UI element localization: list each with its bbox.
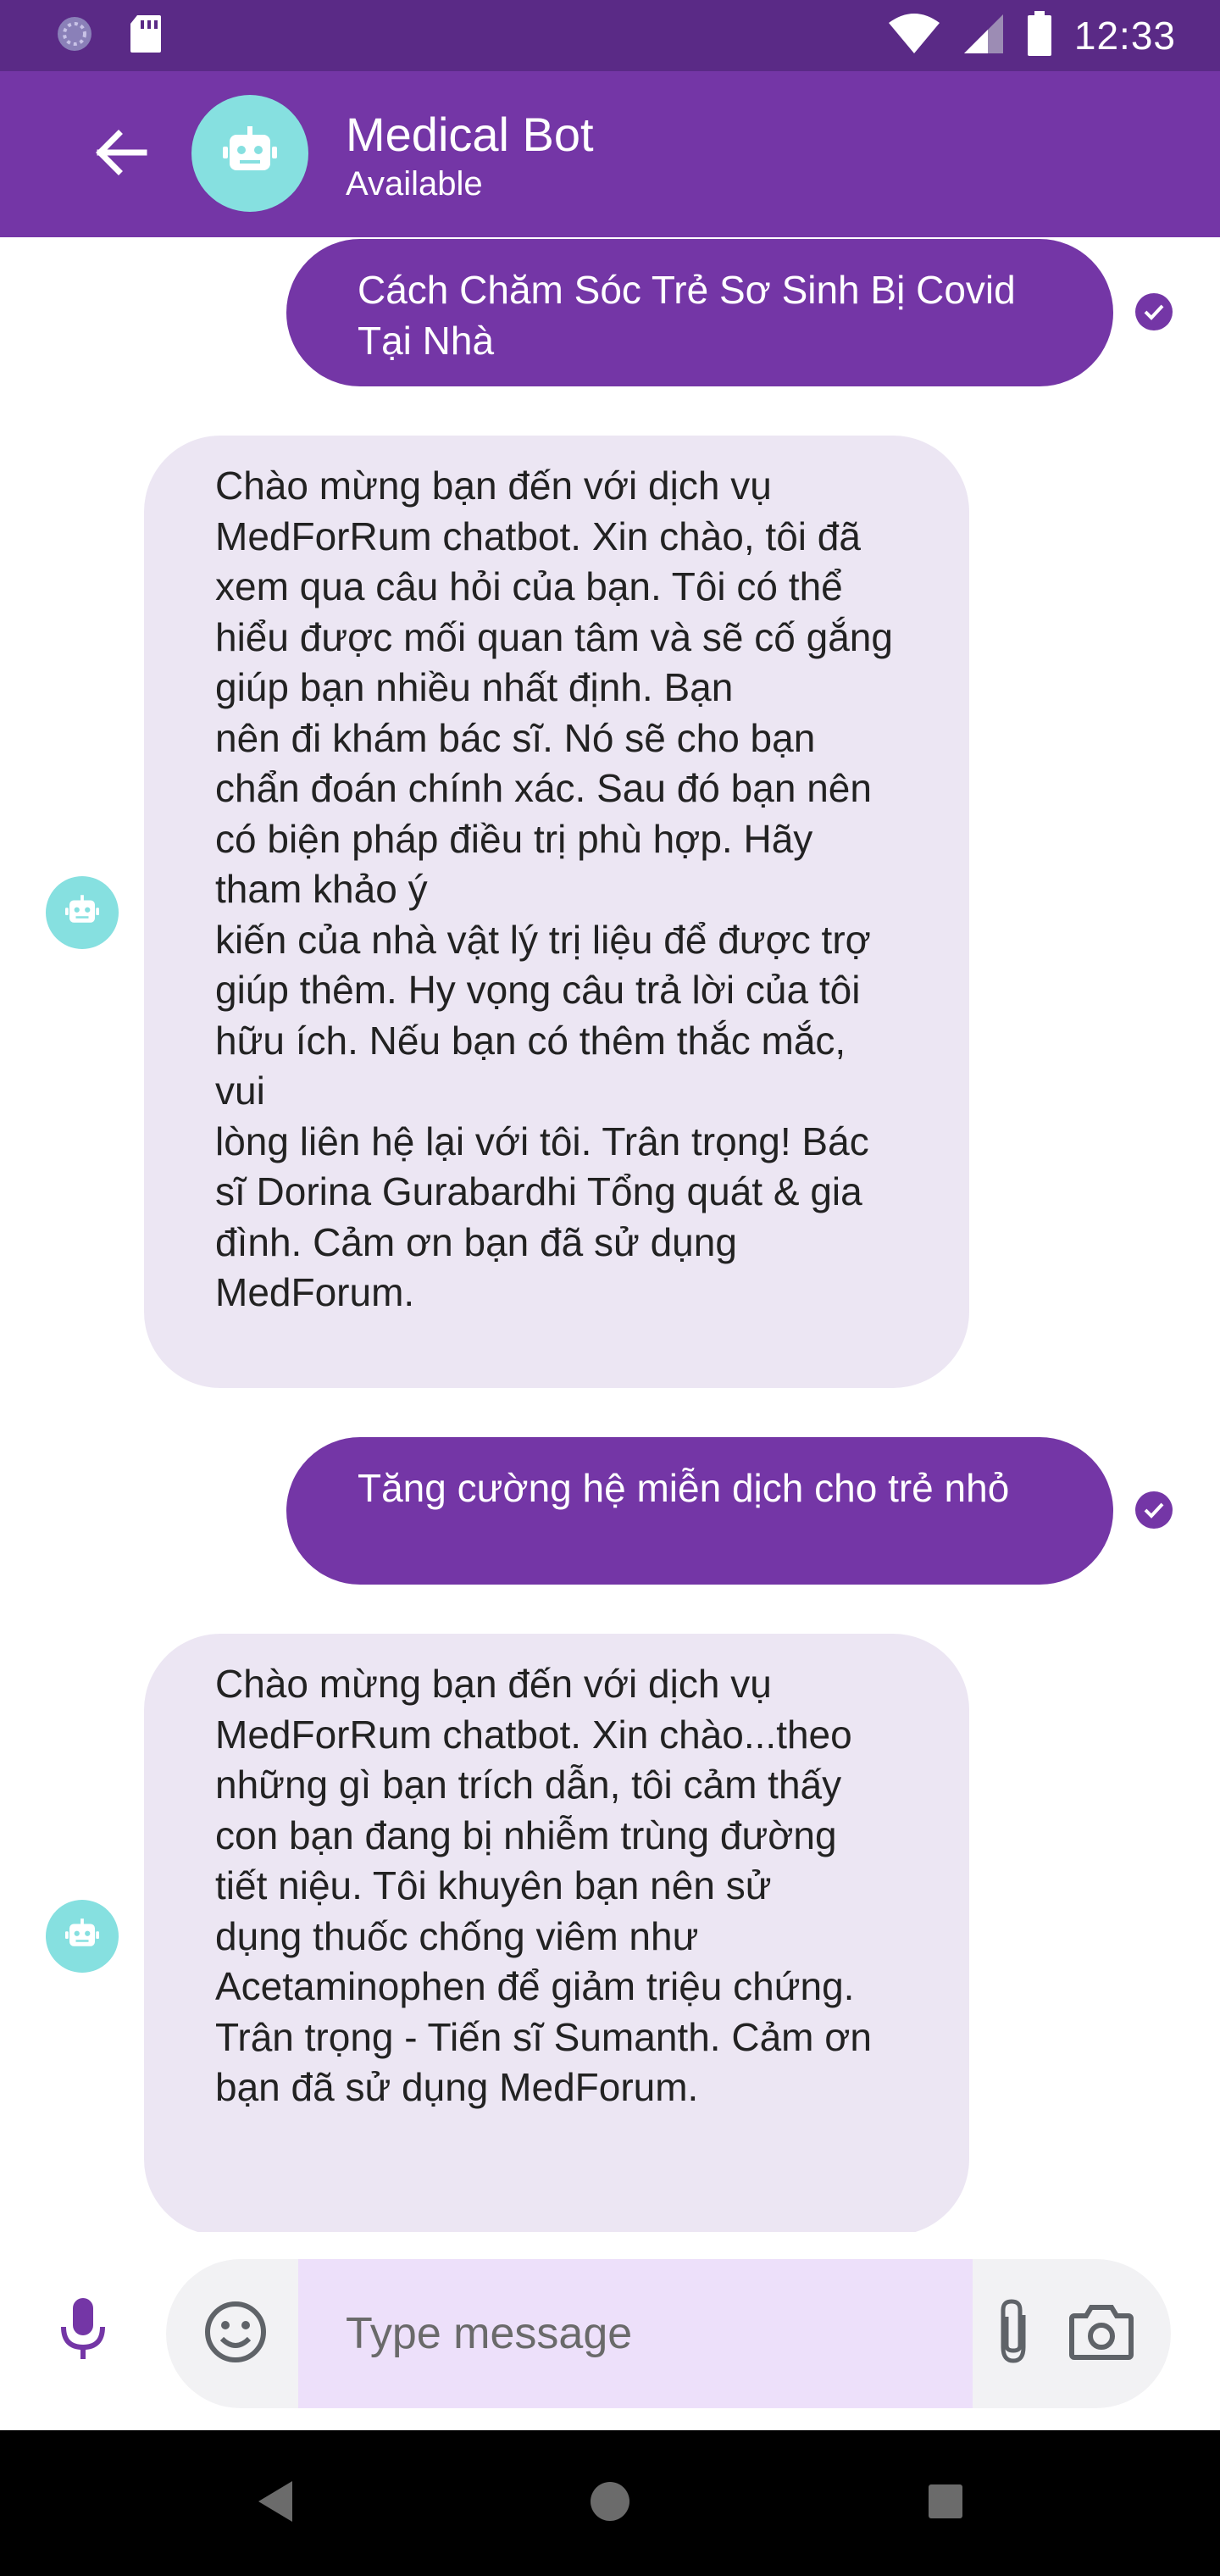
system-nav-bar [0, 2430, 1220, 2576]
message-input-container [166, 2259, 1171, 2408]
emoji-icon [203, 2300, 268, 2368]
nav-home-button[interactable] [580, 2473, 640, 2534]
bot-message[interactable]: Chào mừng bạn đến với dịch vụ MedForRum … [144, 1634, 969, 2232]
bot-message[interactable]: Chào mừng bạn đến với dịch vụ MedForRum … [144, 436, 969, 1388]
signal-icon [962, 13, 1005, 59]
nav-recents-button[interactable] [915, 2473, 976, 2534]
message-input[interactable] [298, 2259, 973, 2408]
back-button[interactable] [81, 115, 159, 193]
chat-status: Available [346, 165, 483, 203]
user-message[interactable]: Tăng cường hệ miễn dịch cho trẻ nhỏ [286, 1437, 1113, 1585]
bot-message-avatar [46, 876, 119, 949]
microphone-button[interactable] [44, 2288, 122, 2373]
bot-avatar[interactable] [191, 95, 308, 212]
camera-icon [1069, 2304, 1134, 2364]
status-bar: 12:33 [0, 0, 1220, 71]
microphone-icon [60, 2296, 106, 2365]
robot-icon [65, 1918, 99, 1955]
recents-square-icon [927, 2483, 964, 2524]
wifi-icon [888, 13, 940, 59]
bot-message-avatar [46, 1900, 119, 1973]
sd-card-icon [129, 14, 163, 58]
sync-icon [54, 14, 95, 58]
emoji-button[interactable] [200, 2298, 271, 2369]
message-list[interactable]: Cách Chăm Sóc Trẻ Sơ Sinh Bị Covid Tại N… [0, 237, 1220, 2232]
robot-icon [223, 125, 277, 181]
check-circle-icon [1135, 293, 1173, 330]
chat-title: Medical Bot [346, 108, 594, 161]
arrow-left-icon [93, 129, 147, 180]
app-bar: Medical Bot Available [0, 71, 1220, 237]
home-circle-icon [589, 2480, 631, 2527]
nav-back-button[interactable] [246, 2473, 307, 2534]
battery-icon [1027, 10, 1052, 61]
chat-screen: 12:33 Medical Bot Available Cách Chăm Só… [0, 0, 1220, 2576]
paperclip-icon [995, 2298, 1032, 2370]
camera-button[interactable] [1061, 2293, 1142, 2374]
back-triangle-icon [257, 2479, 296, 2528]
attach-button[interactable] [978, 2293, 1049, 2374]
check-circle-icon [1135, 1491, 1173, 1529]
user-message[interactable]: Cách Chăm Sóc Trẻ Sơ Sinh Bị Covid Tại N… [286, 239, 1113, 386]
status-time: 12:33 [1073, 14, 1176, 58]
robot-icon [65, 894, 99, 931]
composer [0, 2232, 1220, 2430]
